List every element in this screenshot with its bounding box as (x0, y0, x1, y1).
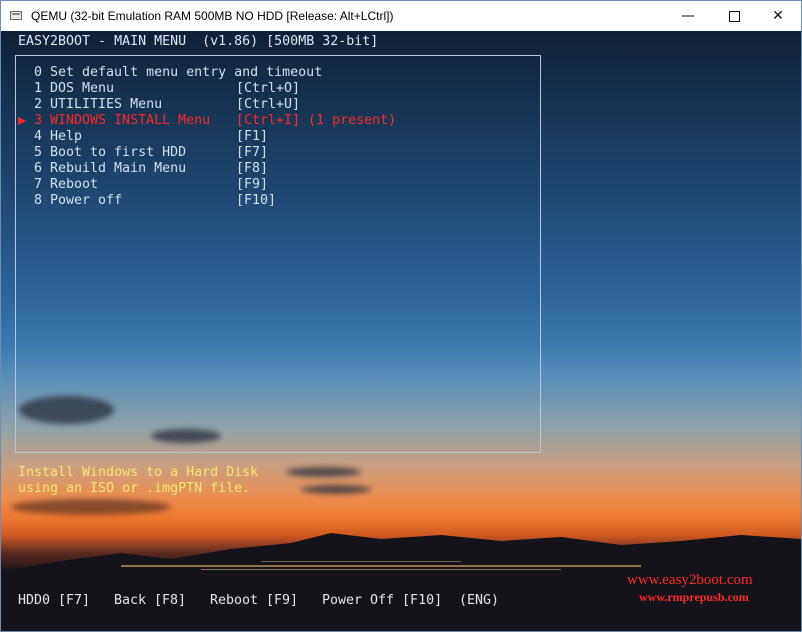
brand-easy2boot: www.easy2boot.com (627, 572, 753, 588)
qemu-app-icon[interactable] (10, 11, 22, 20)
minimize-icon: — (681, 8, 695, 24)
menu-header: EASY2BOOT - MAIN MENU (v1.86) [500MB 32-… (18, 34, 379, 49)
menu-item-shortcut: [F7] (236, 145, 269, 160)
menu-item-label: 5 Boot to first HDD (34, 145, 187, 160)
footer-language[interactable]: (ENG) (459, 593, 499, 609)
background-cloud (301, 485, 371, 494)
menu-item-label: 3 WINDOWS INSTALL Menu (34, 113, 211, 128)
menu-item-label: 8 Power off (34, 193, 123, 208)
menu-item-label: 1 DOS Menu (34, 81, 115, 96)
maximize-icon (728, 10, 740, 22)
background-cloud (286, 467, 361, 477)
title-bar[interactable]: QEMU (32-bit Emulation RAM 500MB NO HDD … (1, 1, 801, 31)
close-icon: ✕ (772, 8, 784, 24)
menu-item-shortcut: [F1] (236, 129, 269, 144)
footer-hdd0[interactable]: HDD0 [F7] (18, 593, 90, 609)
selection-pointer-icon (18, 117, 26, 125)
menu-item-shortcut: [F8] (236, 161, 269, 176)
qemu-window: QEMU (32-bit Emulation RAM 500MB NO HDD … (0, 0, 802, 632)
help-line-1: Install Windows to a Hard Disk (18, 465, 259, 480)
emulator-screen[interactable]: EASY2BOOT - MAIN MENU (v1.86) [500MB 32-… (1, 31, 801, 631)
menu-item-shortcut: [Ctrl+I] (1 present) (236, 113, 397, 128)
menu-item-label: 0 Set default menu entry and timeout (34, 65, 323, 80)
close-button[interactable]: ✕ (755, 1, 801, 31)
footer-power-off[interactable]: Power Off [F10] (322, 593, 442, 609)
maximize-button[interactable] (711, 1, 757, 31)
window-title: QEMU (32-bit Emulation RAM 500MB NO HDD … (31, 9, 394, 23)
background-cloud (11, 499, 171, 515)
menu-item-shortcut: [F10] (236, 193, 277, 208)
menu-item-label: 2 UTILITIES Menu (34, 97, 163, 112)
menu-item-shortcut: [Ctrl+U] (236, 97, 301, 112)
menu-item-shortcut: [F9] (236, 177, 269, 192)
menu-item-label: 4 Help (34, 129, 83, 144)
brand-rmprepusb: www.rmprepusb.com (639, 590, 749, 604)
menu-item-label: 6 Rebuild Main Menu (34, 161, 187, 176)
menu-item-shortcut: [Ctrl+O] (236, 81, 301, 96)
footer-reboot[interactable]: Reboot [F9] (210, 593, 298, 609)
minimize-button[interactable]: — (665, 1, 711, 31)
help-line-2: using an ISO or .imgPTN file. (18, 481, 251, 496)
footer-back[interactable]: Back [F8] (114, 593, 186, 609)
menu-item-label: 7 Reboot (34, 177, 99, 192)
